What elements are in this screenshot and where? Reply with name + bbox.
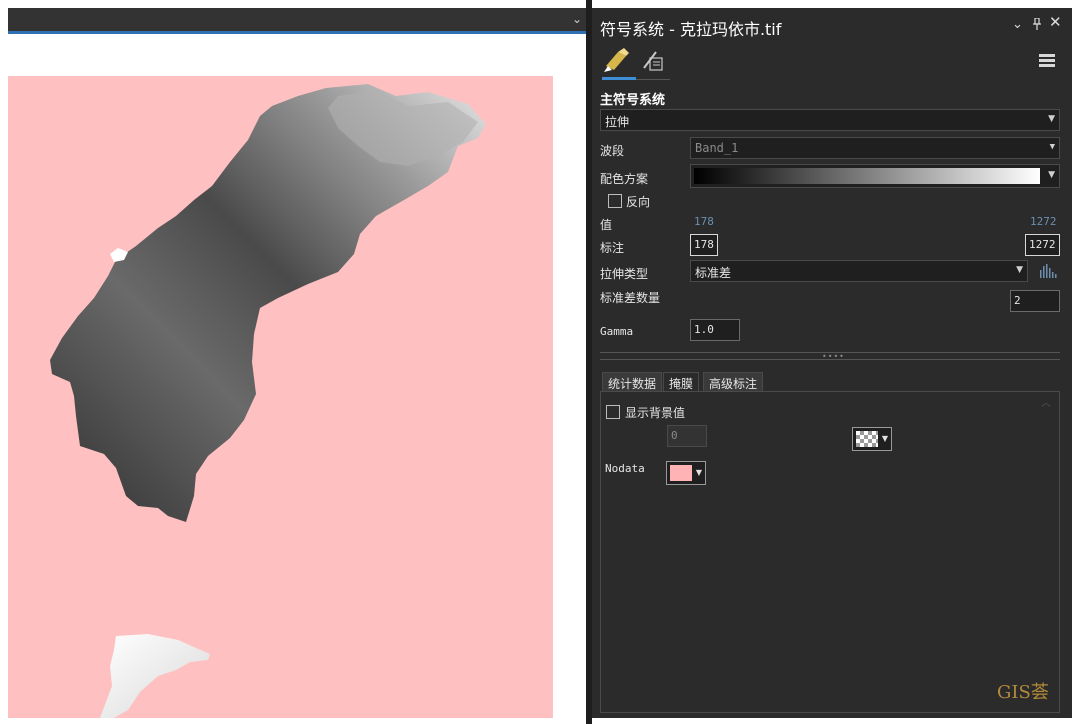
close-icon[interactable]: ✕ xyxy=(1049,15,1062,30)
pin-icon[interactable] xyxy=(1032,17,1042,33)
nodata-label: Nodata xyxy=(605,462,645,475)
invert-checkbox[interactable] xyxy=(608,194,622,208)
section-splitter[interactable]: •••• xyxy=(600,352,1060,361)
section-title-primary: 主符号系统 xyxy=(600,93,666,108)
tab-statistics[interactable]: 统计数据 xyxy=(602,372,663,392)
tab-advanced-labeling-label: 高级标注 xyxy=(709,377,758,391)
color-scheme-label: 配色方案 xyxy=(600,172,649,186)
nodata-color-swatch xyxy=(670,465,692,481)
renderer-type-dropdown[interactable]: 拉伸 ▼ xyxy=(600,109,1060,131)
menu-icon[interactable] xyxy=(1039,54,1055,68)
brush-list-icon xyxy=(643,51,663,71)
map-canvas[interactable] xyxy=(8,76,553,718)
band-label: 波段 xyxy=(600,144,625,158)
symbology-pane: 符号系统 - 克拉玛依市.tif ⌄ ✕ 主符号系统 拉伸 ▼ 波段 Band_… xyxy=(592,8,1072,718)
label-max-input[interactable]: 1272 xyxy=(1025,234,1060,256)
histogram-icon[interactable] xyxy=(1039,262,1057,278)
label-min-input[interactable]: 178 xyxy=(690,234,718,256)
color-ramp-swatch xyxy=(694,168,1040,184)
caret-down-icon: ▼ xyxy=(1048,170,1055,180)
label-min-value: 178 xyxy=(694,238,714,251)
chevron-down-icon[interactable]: ⌄ xyxy=(572,12,582,26)
stretch-type-label: 拉伸类型 xyxy=(600,267,649,281)
caret-down-icon: ▼ xyxy=(695,468,702,477)
stretch-type-dropdown[interactable]: 标准差 ▼ xyxy=(690,260,1028,282)
background-value-input[interactable]: 0 xyxy=(667,425,707,447)
num-stddev-input[interactable]: 2 xyxy=(1010,290,1060,312)
caret-down-icon: ▼ xyxy=(1049,142,1055,152)
tab-vary-symbology[interactable] xyxy=(636,46,670,80)
label-label: 标注 xyxy=(600,241,625,255)
caret-down-icon: ▼ xyxy=(1048,114,1055,124)
pane-title: 符号系统 - 克拉玛依市.tif xyxy=(600,20,782,39)
chevron-down-icon[interactable]: ⌄ xyxy=(1012,18,1023,31)
show-background-checkbox[interactable] xyxy=(606,405,620,419)
tab-mask[interactable]: 掩膜 xyxy=(663,372,700,392)
band-dropdown[interactable]: Band_1 ▼ xyxy=(690,137,1060,159)
stretch-type-value: 标准差 xyxy=(695,266,732,280)
tab-advanced-labeling[interactable]: 高级标注 xyxy=(703,372,764,392)
watermark: GIS荟 xyxy=(997,682,1049,703)
caret-down-icon: ▼ xyxy=(881,434,888,443)
value-label: 值 xyxy=(600,218,613,232)
num-stddev-label: 标准差数量 xyxy=(600,291,661,305)
gamma-label: Gamma xyxy=(600,325,634,338)
map-view-header: ⌄ xyxy=(8,8,588,34)
band-value: Band_1 xyxy=(695,141,739,155)
invert-label: 反向 xyxy=(626,195,651,209)
gamma-value: 1.0 xyxy=(694,323,714,336)
mask-panel: ︿ 显示背景值 0 ▼ Nodata ▼ xyxy=(600,391,1060,713)
tab-primary-symbology[interactable] xyxy=(602,46,636,80)
pane-titlebar: 符号系统 - 克拉玛依市.tif ⌄ ✕ xyxy=(592,8,1072,42)
grip-icon: •••• xyxy=(822,352,845,361)
transparent-swatch xyxy=(856,431,878,447)
nodata-color-picker[interactable]: ▼ xyxy=(666,461,706,485)
show-background-label: 显示背景值 xyxy=(625,406,686,420)
paintbrush-icon xyxy=(604,48,629,72)
map-view[interactable]: ⌄ xyxy=(0,0,588,724)
symbology-toolbar xyxy=(592,42,1072,84)
color-scheme-dropdown[interactable]: ▼ xyxy=(690,164,1060,188)
background-value: 0 xyxy=(671,429,678,442)
raster-layer xyxy=(50,84,486,718)
num-stddev-value: 2 xyxy=(1014,294,1021,307)
background-color-picker[interactable]: ▼ xyxy=(852,427,892,451)
chevron-up-icon[interactable]: ︿ xyxy=(1041,394,1051,409)
tab-mask-label: 掩膜 xyxy=(669,377,694,391)
raster-footprint-south xyxy=(100,634,210,718)
gamma-input[interactable]: 1.0 xyxy=(690,319,740,341)
caret-down-icon: ▼ xyxy=(1016,265,1023,275)
tab-statistics-label: 统计数据 xyxy=(608,377,657,391)
label-max-value: 1272 xyxy=(1029,238,1056,251)
value-min: 178 xyxy=(694,215,714,228)
renderer-type-value: 拉伸 xyxy=(605,115,630,129)
value-max: 1272 xyxy=(1030,215,1057,228)
